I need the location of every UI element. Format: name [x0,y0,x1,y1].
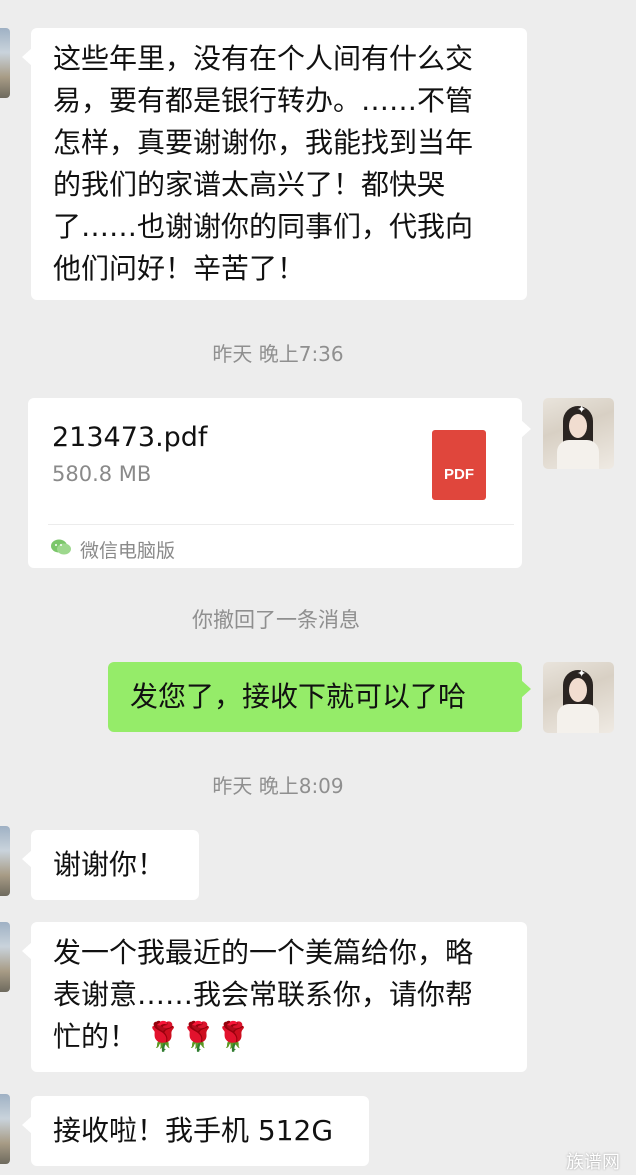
incoming-message-bubble[interactable]: 谢谢你！ [22,830,199,900]
contact-avatar[interactable] [0,1094,10,1164]
message-line-text: 忙的！ [53,1020,138,1053]
recall-notice: 你撤回了一条消息 [192,608,360,632]
message-line: 了……也谢谢你的同事们，代我向 [53,210,474,243]
file-name: 213473.pdf [52,422,208,453]
message-line: 他们问好！辛苦了！ [53,252,306,285]
file-size: 580.8 MB [52,462,152,486]
hair-pin-icon: ✦ [577,403,587,416]
incoming-message-bubble[interactable]: 接收啦！我手机 512G [22,1096,369,1166]
outgoing-message-bubble[interactable]: 发您了，接收下就可以了哈 [108,662,531,732]
message-text: 接收啦！我手机 512G [53,1114,334,1147]
message-line: 这些年里，没有在个人间有什么交 [53,42,474,75]
rose-emoji: 🌹🌹🌹 [145,1020,251,1053]
contact-avatar[interactable] [0,826,10,896]
message-line: 的我们的家谱太高兴了！都快哭 [53,168,446,201]
timestamp: 昨天 晚上8:09 [212,774,344,798]
message-text: 发您了，接收下就可以了哈 [130,680,467,713]
avatar-dress [557,704,599,733]
watermark: 族谱网 [566,1152,620,1173]
timestamp: 昨天 晚上7:36 [212,342,344,366]
message-line: 怎样，真要谢谢你，我能找到当年 [53,126,474,159]
wechat-icon [51,539,71,555]
file-source-label: 微信电脑版 [80,540,176,562]
file-message-card[interactable]: 213473.pdf 580.8 MB PDF 微信电脑版 [28,398,531,568]
message-text: 谢谢你！ [53,848,166,881]
message-line: 表谢意……我会常联系你，请你帮 [53,978,474,1011]
avatar-dress [557,440,599,469]
avatar-face [569,678,587,702]
pdf-file-icon: PDF [432,430,486,500]
hair-pin-icon: ✦ [577,667,587,680]
message-line: 易，要有都是银行转办。……不管 [53,84,474,117]
self-avatar[interactable]: ✦ [543,398,614,469]
contact-avatar[interactable] [0,922,10,992]
incoming-message-bubble[interactable]: 这些年里，没有在个人间有什么交 易，要有都是银行转办。……不管 怎样，真要谢谢你… [22,28,527,300]
pdf-icon-label: PDF [444,466,474,483]
file-card-divider [48,524,514,525]
incoming-message-bubble[interactable]: 发一个我最近的一个美篇给你，略 表谢意……我会常联系你，请你帮 忙的！ 🌹🌹🌹 [22,922,527,1072]
contact-avatar[interactable] [0,28,10,98]
message-line: 发一个我最近的一个美篇给你，略 [53,936,474,969]
message-line: 忙的！ 🌹🌹🌹 [53,1016,505,1058]
avatar-face [569,414,587,438]
self-avatar[interactable]: ✦ [543,662,614,733]
